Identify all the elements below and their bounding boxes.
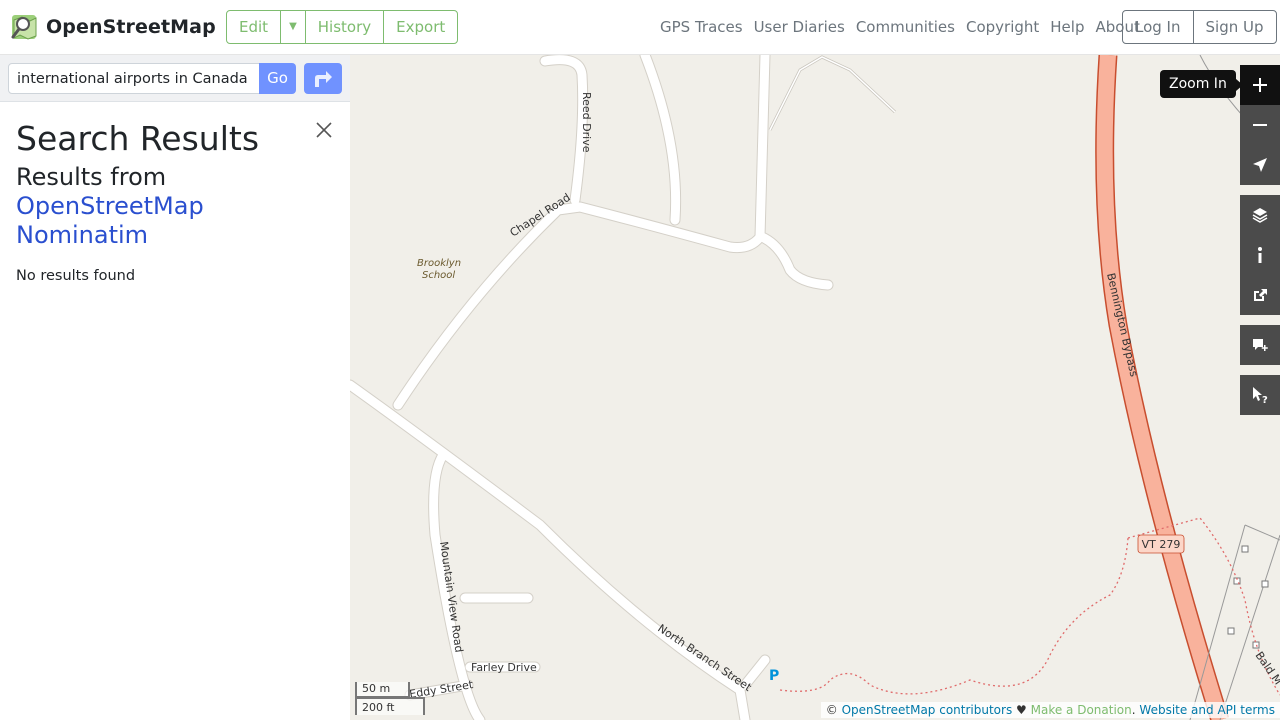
- caret-down-icon: ▼: [289, 21, 297, 32]
- location-arrow-icon: [1253, 158, 1267, 172]
- plus-icon: [1253, 78, 1267, 92]
- label-brooklyn-school-1: Brooklyn: [417, 258, 461, 269]
- close-icon: [316, 122, 332, 138]
- label-vt279: VT 279: [1142, 538, 1181, 551]
- share-button[interactable]: [1240, 275, 1280, 315]
- top-navigation: GPS Traces User Diaries Communities Copy…: [660, 18, 1140, 36]
- copyright-symbol: ©: [825, 703, 838, 717]
- edit-dropdown-toggle[interactable]: ▼: [280, 11, 305, 43]
- minus-icon: [1253, 124, 1267, 126]
- signup-button[interactable]: Sign Up: [1192, 11, 1276, 43]
- nav-communities[interactable]: Communities: [856, 18, 955, 36]
- locate-button[interactable]: [1240, 145, 1280, 185]
- map[interactable]: Reed Drive Chapel Road Brooklyn School B…: [350, 55, 1280, 720]
- close-results-button[interactable]: [314, 120, 334, 140]
- brand-name: OpenStreetMap: [46, 16, 216, 38]
- label-brooklyn-school-2: School: [422, 270, 455, 281]
- nominatim-link[interactable]: OpenStreetMap Nominatim: [16, 192, 336, 250]
- export-button[interactable]: Export: [383, 11, 457, 43]
- search-input[interactable]: [8, 63, 260, 94]
- label-north-branch-street: North Branch Street: [655, 622, 754, 695]
- layers-icon: [1252, 208, 1268, 223]
- nav-gps-traces[interactable]: GPS Traces: [660, 18, 743, 36]
- edit-button-group: Edit ▼ History Export: [226, 10, 459, 44]
- zoom-out-button[interactable]: [1240, 105, 1280, 145]
- label-farley-drive: Farley Drive: [471, 661, 537, 674]
- nav-user-diaries[interactable]: User Diaries: [754, 18, 845, 36]
- zoom-in-button[interactable]: [1240, 65, 1280, 105]
- nav-help[interactable]: Help: [1050, 18, 1084, 36]
- results-from-label: Results from: [16, 163, 167, 191]
- label-bald: Bald M: [1253, 649, 1280, 687]
- sidebar: Go Search Results Results from OpenStree…: [0, 55, 350, 720]
- scale-imperial: 200 ft: [355, 697, 425, 715]
- results-title: Search Results: [16, 119, 260, 158]
- layers-button[interactable]: [1240, 195, 1280, 235]
- directions-icon: [315, 70, 332, 87]
- login-button[interactable]: Log In: [1123, 11, 1193, 43]
- query-features-button[interactable]: ?: [1240, 375, 1280, 415]
- add-note-button[interactable]: [1240, 325, 1280, 365]
- header: OpenStreetMap Edit ▼ History Export GPS …: [0, 0, 1280, 55]
- go-button[interactable]: Go: [259, 63, 296, 94]
- vt279-shield: VT 279: [1137, 534, 1185, 554]
- donate-link[interactable]: Make a Donation: [1031, 703, 1132, 717]
- parking-icon: P: [769, 668, 779, 684]
- auth-button-group: Log In Sign Up: [1122, 10, 1277, 44]
- label-reed-drive: Reed Drive: [580, 92, 593, 153]
- contributors-link[interactable]: OpenStreetMap contributors: [842, 703, 1013, 717]
- history-button[interactable]: History: [304, 11, 383, 43]
- heart-icon: ♥: [1016, 703, 1027, 717]
- search-bar: Go: [0, 55, 350, 102]
- share-icon: [1254, 289, 1267, 301]
- info-icon: [1258, 247, 1262, 263]
- directions-button[interactable]: [304, 63, 342, 94]
- map-key-button[interactable]: [1240, 235, 1280, 275]
- attribution: © OpenStreetMap contributors ♥ Make a Do…: [820, 702, 1280, 718]
- attribution-separator: .: [1131, 703, 1136, 717]
- edit-button[interactable]: Edit: [227, 11, 280, 43]
- nav-copyright[interactable]: Copyright: [966, 18, 1039, 36]
- terms-link[interactable]: Website and API terms: [1139, 703, 1275, 717]
- svg-text:?: ?: [1262, 395, 1268, 404]
- no-results-message: No results found: [16, 268, 136, 284]
- note-add-icon: [1253, 339, 1268, 351]
- map-tiles: Reed Drive Chapel Road Brooklyn School B…: [350, 55, 1280, 720]
- brand-link[interactable]: OpenStreetMap: [10, 12, 216, 42]
- query-cursor-icon: ?: [1253, 387, 1268, 404]
- results-source: Results from OpenStreetMap Nominatim: [16, 163, 336, 250]
- osm-logo-icon: [11, 15, 37, 40]
- scale-metric: 50 m: [355, 682, 410, 698]
- zoom-in-tooltip: Zoom In: [1160, 70, 1243, 98]
